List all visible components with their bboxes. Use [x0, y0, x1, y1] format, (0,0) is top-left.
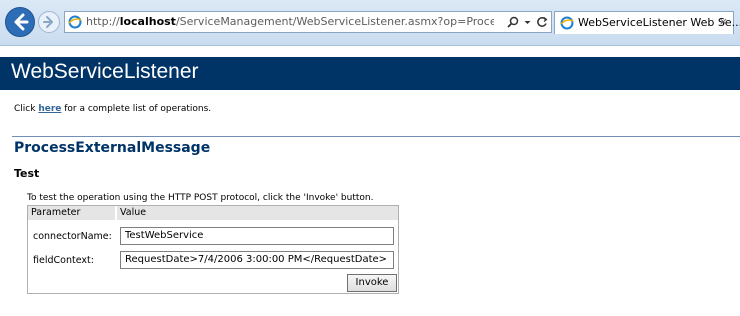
- address-url[interactable]: http://localhost/ServiceManagement/WebSe…: [86, 15, 494, 28]
- page-banner: WebServiceListener: [0, 57, 740, 90]
- test-heading: Test: [14, 167, 40, 180]
- browser-toolbar: http://localhost/ServiceManagement/WebSe…: [0, 0, 740, 46]
- section-divider: [12, 136, 740, 137]
- intro-text: Click here for a complete list of operat…: [14, 104, 212, 114]
- forward-button[interactable]: [38, 11, 60, 33]
- refresh-icon[interactable]: [536, 16, 548, 28]
- operation-title: ProcessExternalMessage: [14, 140, 211, 156]
- search-icon[interactable]: [507, 16, 519, 28]
- ie-tab-icon: [560, 16, 574, 30]
- dropdown-arrow-icon[interactable]: [524, 16, 531, 28]
- operations-list-link[interactable]: here: [38, 104, 61, 114]
- parameter-column-header: Parameter: [28, 206, 115, 220]
- arrow-left-icon: [14, 13, 29, 31]
- service-title: WebServiceListener: [11, 60, 199, 83]
- field-context-label: fieldContext:: [33, 255, 94, 266]
- connector-name-label: connectorName:: [33, 231, 112, 242]
- test-instructions: To test the operation using the HTTP POS…: [27, 193, 374, 203]
- back-button[interactable]: [5, 7, 35, 37]
- value-column-header: Value: [117, 206, 398, 220]
- field-context-input[interactable]: RequestDate>7/4/2006 3:00:00 PM</Request…: [120, 251, 394, 269]
- tab-title: WebServiceListener Web Se...: [578, 16, 740, 29]
- connector-name-input[interactable]: TestWebService: [120, 227, 394, 245]
- browser-tab[interactable]: WebServiceListener Web Se... ×: [554, 11, 740, 34]
- invoke-button[interactable]: Invoke: [347, 274, 397, 292]
- close-tab-icon[interactable]: ×: [719, 15, 728, 28]
- address-bar[interactable]: http://localhost/ServiceManagement/WebSe…: [64, 11, 552, 33]
- arrow-right-icon: [43, 16, 53, 28]
- ie-page-icon: [68, 15, 82, 29]
- test-form: Parameter Value connectorName: TestWebSe…: [27, 205, 399, 294]
